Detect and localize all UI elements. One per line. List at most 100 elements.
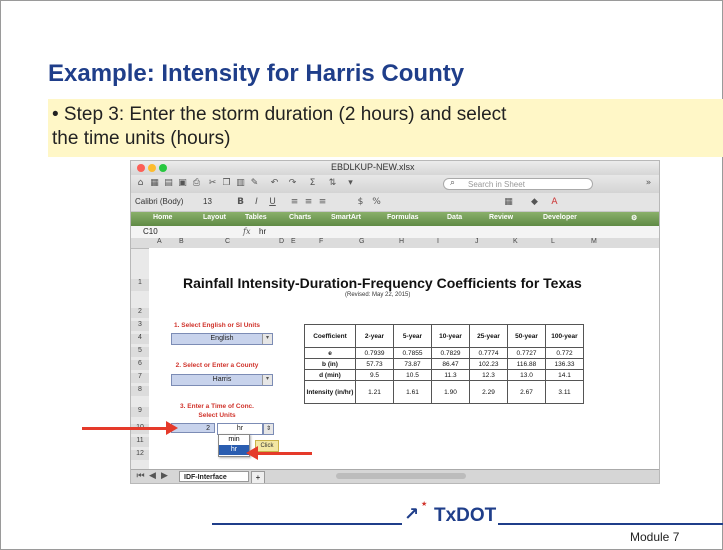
table-cell[interactable]: 57.73: [355, 358, 394, 370]
font-name-select[interactable]: Calibri (Body): [135, 197, 183, 206]
save-icon[interactable]: ▣: [177, 178, 188, 189]
formula-input[interactable]: hr: [259, 227, 266, 236]
row-header[interactable]: 7: [131, 373, 149, 383]
column-header[interactable]: I: [437, 238, 439, 245]
sort-icon[interactable]: ⇅: [327, 178, 338, 189]
county-dropdown[interactable]: Harris ▾: [171, 374, 273, 386]
align-right-icon[interactable]: ≡: [317, 197, 328, 208]
column-header[interactable]: G: [359, 238, 364, 245]
table-cell[interactable]: 73.87: [393, 358, 432, 370]
toolbar-overflow-icon[interactable]: »: [643, 178, 654, 189]
row-header[interactable]: 8: [131, 386, 149, 396]
fill-color-icon[interactable]: ◆: [529, 197, 540, 208]
sheet-search-input[interactable]: Search in Sheet: [443, 178, 593, 190]
chevron-down-icon[interactable]: ▾: [262, 334, 272, 344]
column-header[interactable]: F: [319, 238, 323, 245]
copy-icon[interactable]: ❐: [221, 178, 232, 189]
column-header[interactable]: E: [291, 238, 296, 245]
ribbon-tab-smartart[interactable]: SmartArt: [331, 214, 361, 221]
table-cell[interactable]: 86.47: [431, 358, 470, 370]
column-header[interactable]: K: [513, 238, 518, 245]
open-icon[interactable]: ▤: [163, 178, 174, 189]
name-box[interactable]: C10: [143, 227, 158, 236]
column-header[interactable]: H: [399, 238, 404, 245]
table-cell[interactable]: 1.21: [355, 380, 394, 404]
bold-icon[interactable]: B: [235, 197, 246, 208]
ribbon-tab-developer[interactable]: Developer: [543, 214, 577, 221]
redo-icon[interactable]: ↷: [287, 178, 298, 189]
table-cell[interactable]: 1.90: [431, 380, 470, 404]
table-cell[interactable]: 136.33: [545, 358, 584, 370]
column-header[interactable]: M: [591, 238, 597, 245]
table-cell[interactable]: 2.67: [507, 380, 546, 404]
column-header[interactable]: B: [179, 238, 184, 245]
ribbon-settings-icon[interactable]: ⚙: [631, 214, 637, 222]
column-header[interactable]: L: [551, 238, 555, 245]
table-cell[interactable]: d (min): [304, 369, 356, 381]
table-cell[interactable]: 0.7829: [431, 347, 470, 359]
font-size-select[interactable]: 13: [203, 197, 212, 206]
table-cell[interactable]: 0.7939: [355, 347, 394, 359]
table-cell[interactable]: 116.88: [507, 358, 546, 370]
table-cell[interactable]: 1.61: [393, 380, 432, 404]
column-header[interactable]: A: [157, 238, 162, 245]
table-cell[interactable]: 3.11: [545, 380, 584, 404]
table-cell[interactable]: 13.0: [507, 369, 546, 381]
column-header[interactable]: D: [279, 238, 284, 245]
ribbon-tab-tables[interactable]: Tables: [245, 214, 267, 221]
cut-icon[interactable]: ✂: [207, 178, 218, 189]
table-cell[interactable]: Intensity (in/hr): [304, 380, 356, 404]
align-left-icon[interactable]: ≡: [289, 197, 300, 208]
add-sheet-button[interactable]: +: [251, 471, 265, 483]
underline-icon[interactable]: U: [267, 197, 278, 208]
grid-icon[interactable]: ▦: [149, 178, 160, 189]
prev-sheet-icon[interactable]: ◀: [147, 471, 158, 482]
maximize-window-button[interactable]: [159, 164, 167, 172]
fx-icon[interactable]: fx: [243, 227, 250, 236]
table-cell[interactable]: 0.7855: [393, 347, 432, 359]
minimize-window-button[interactable]: [148, 164, 156, 172]
column-header[interactable]: J: [475, 238, 479, 245]
sheet-tab-idf-interface[interactable]: IDF-Interface: [179, 471, 249, 482]
table-cell[interactable]: 9.5: [355, 369, 394, 381]
close-window-button[interactable]: [137, 164, 145, 172]
column-header[interactable]: C: [225, 238, 230, 245]
option-hr[interactable]: hr: [219, 445, 249, 455]
ribbon-tab-charts[interactable]: Charts: [289, 214, 311, 221]
table-cell[interactable]: 12.3: [469, 369, 508, 381]
format-painter-icon[interactable]: ✎: [249, 178, 260, 189]
table-cell[interactable]: 11.3: [431, 369, 470, 381]
ribbon-tab-data[interactable]: Data: [447, 214, 462, 221]
ribbon-tab-formulas[interactable]: Formulas: [387, 214, 419, 221]
paste-icon[interactable]: ▥: [235, 178, 246, 189]
percent-icon[interactable]: %: [371, 197, 382, 208]
units-dropdown[interactable]: English ▾: [171, 333, 273, 345]
table-cell[interactable]: e: [304, 347, 356, 359]
horizontal-scrollbar[interactable]: [336, 473, 466, 479]
filter-icon[interactable]: ▾: [345, 178, 356, 189]
table-cell[interactable]: b (in): [304, 358, 356, 370]
row-header[interactable]: 12: [131, 450, 149, 460]
row-header[interactable]: 4: [131, 334, 149, 344]
table-cell[interactable]: 2.29: [469, 380, 508, 404]
ribbon-tab-layout[interactable]: Layout: [203, 214, 226, 221]
next-sheet-icon[interactable]: ▶: [159, 471, 170, 482]
autosum-icon[interactable]: Σ: [307, 178, 318, 189]
table-cell[interactable]: 14.1: [545, 369, 584, 381]
option-min[interactable]: min: [219, 435, 249, 445]
font-color-icon[interactable]: A: [549, 197, 560, 208]
row-header[interactable]: 6: [131, 360, 149, 370]
home-icon[interactable]: ⌂: [135, 178, 146, 189]
time-unit-stepper[interactable]: ⇕: [263, 423, 274, 435]
row-header[interactable]: 3: [131, 321, 149, 331]
row-header[interactable]: 9: [131, 407, 149, 417]
row-header[interactable]: 2: [131, 308, 149, 318]
print-icon[interactable]: ⎙: [191, 178, 202, 189]
table-cell[interactable]: 0.772: [545, 347, 584, 359]
row-header[interactable]: 5: [131, 347, 149, 357]
ribbon-tab-home[interactable]: Home: [153, 214, 172, 221]
borders-icon[interactable]: ▦: [503, 197, 514, 208]
table-cell[interactable]: 102.23: [469, 358, 508, 370]
first-sheet-icon[interactable]: ⏮: [135, 471, 146, 482]
table-cell[interactable]: 0.7727: [507, 347, 546, 359]
